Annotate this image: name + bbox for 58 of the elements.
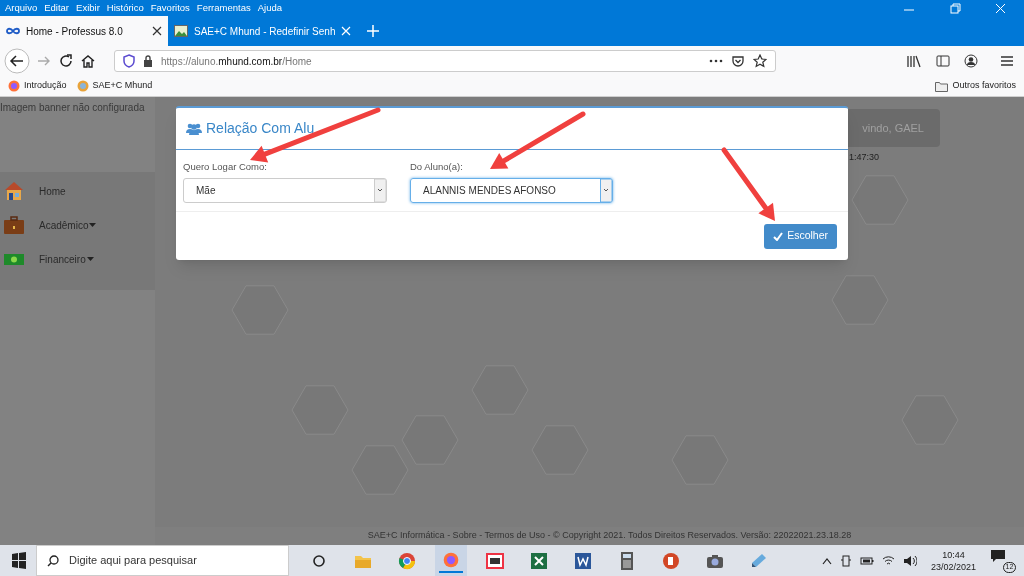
- library-icon[interactable]: [906, 54, 922, 68]
- search-icon: [47, 554, 59, 567]
- menu-item[interactable]: Arquivo: [5, 0, 38, 16]
- banner-placeholder-text: Imagem banner não configurada: [0, 101, 146, 115]
- close-icon[interactable]: [152, 26, 162, 36]
- folder-icon: [935, 80, 949, 92]
- pocket-icon[interactable]: [731, 54, 745, 68]
- url-text: https://aluno.mhund.com.br/Home: [161, 54, 313, 69]
- more-icon[interactable]: [709, 58, 723, 64]
- caret-icon: [86, 256, 94, 262]
- menu-item[interactable]: Favoritos: [150, 0, 190, 16]
- menu-item[interactable]: Ferramentas: [196, 0, 251, 16]
- picture-icon: [174, 25, 188, 37]
- star-icon[interactable]: [753, 54, 767, 68]
- menu-item[interactable]: Histórico: [106, 0, 144, 16]
- sidebar-item[interactable]: Acadêmico: [0, 208, 155, 242]
- browser-tab[interactable]: Home - Professus 8.0: [0, 16, 168, 46]
- account-icon[interactable]: [964, 54, 978, 68]
- sidebar-item[interactable]: Financeiro: [0, 242, 155, 276]
- select-field[interactable]: Mãe: [183, 178, 387, 204]
- lock-icon: [143, 55, 153, 67]
- shield-icon: [123, 54, 135, 68]
- home-icon[interactable]: [80, 53, 96, 69]
- chat-icon: [990, 548, 1006, 563]
- search-field[interactable]: Digite aqui para pesquisar: [36, 545, 289, 576]
- caret-icon: [89, 222, 97, 228]
- select-field[interactable]: ALANNIS MENDES AFONSO: [410, 178, 613, 204]
- menu-item[interactable]: Ajuda: [257, 0, 282, 16]
- infinity-icon: [6, 26, 20, 36]
- chevron-up-icon[interactable]: [821, 556, 832, 565]
- globe-icon: [8, 80, 20, 92]
- reload-icon[interactable]: [58, 53, 74, 69]
- address-bar[interactable]: https://aluno.mhund.com.br/Home: [114, 50, 776, 72]
- session-time: 1:47:30: [849, 151, 880, 164]
- back-icon[interactable]: [4, 48, 30, 74]
- sidebar-item[interactable]: Home: [0, 174, 155, 208]
- briefcase-icon: [3, 214, 25, 236]
- device-icon[interactable]: [839, 554, 852, 567]
- bookmark[interactable]: Introdução: [8, 79, 67, 93]
- bookmark-folder[interactable]: Outros favoritos: [935, 79, 1016, 93]
- browser-tab[interactable]: SAE+C Mhund - Redefinir Senh: [168, 16, 358, 46]
- choose-button[interactable]: Escolher: [764, 223, 837, 249]
- wifi-icon[interactable]: [881, 555, 895, 566]
- users-icon: [186, 122, 202, 135]
- check-icon: [773, 231, 784, 241]
- menu-icon[interactable]: [1000, 55, 1014, 67]
- menu-item[interactable]: Editar: [44, 0, 70, 16]
- modal-title: Relação Com Alu: [206, 119, 315, 138]
- sidebar-icon[interactable]: [936, 55, 950, 67]
- field-label: Do Aluno(a):: [410, 160, 464, 174]
- battery-icon[interactable]: [859, 555, 874, 566]
- globe-icon: [76, 80, 89, 92]
- field-label: Quero Logar Como:: [183, 160, 268, 174]
- bookmark[interactable]: SAE+C Mhund: [76, 79, 153, 93]
- house-icon: [3, 180, 25, 202]
- menu-item[interactable]: Exibir: [76, 0, 100, 16]
- speaker-icon[interactable]: [902, 554, 917, 567]
- clock[interactable]: 10:44 23/02/2021: [930, 548, 976, 573]
